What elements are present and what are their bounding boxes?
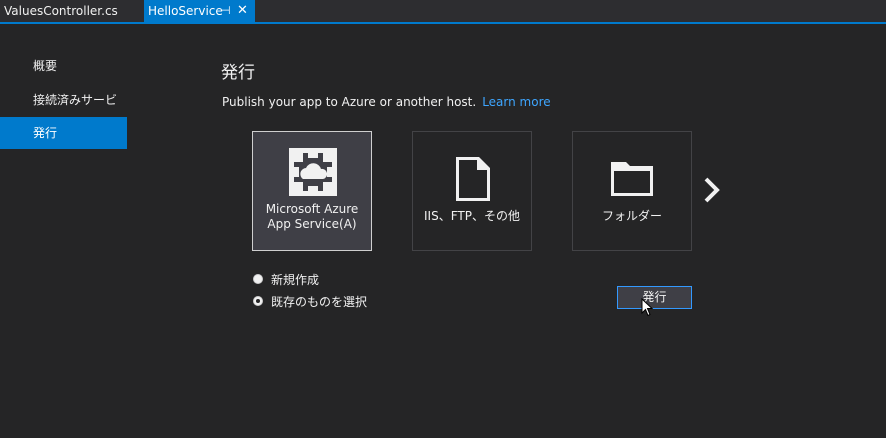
page-title: 発行 [221,63,255,83]
page-subtitle: Publish your app to Azure or another hos… [222,95,551,109]
target-label-line1: Microsoft Azure [265,202,359,216]
learn-more-link[interactable]: Learn more [482,95,550,109]
sidebar-item-publish[interactable]: 発行 [0,117,127,149]
close-icon[interactable]: ✕ [237,0,248,22]
radio-create-new[interactable] [253,274,263,284]
target-card-folder[interactable]: フォルダー [572,131,692,251]
sidebar-item-connected-services[interactable]: 接続済みサービス [0,84,127,139]
tab-bar-accent-line [0,22,886,24]
sidebar-item-overview[interactable]: 概要 [0,50,127,82]
folder-icon [611,162,653,196]
chevron-right-icon[interactable] [700,176,726,206]
target-card-azure-app-service[interactable]: Microsoft Azure App Service(A) [252,131,372,251]
target-label-line2: App Service(A) [267,217,357,231]
target-label: フォルダー [601,209,662,223]
azure-app-service-icon [289,148,337,196]
tab-label: HelloService [148,4,223,18]
tab-values-controller[interactable]: ValuesController.cs [0,0,144,22]
target-card-iis-ftp[interactable]: IIS、FTP、その他 [412,131,532,251]
target-label: IIS、FTP、その他 [424,209,520,223]
radio-label: 既存のものを選択 [271,294,368,309]
pin-icon[interactable]: ⊣ [221,0,231,22]
mouse-cursor-icon [641,298,653,317]
tab-hello-service[interactable]: HelloService ⊣ ✕ [144,0,255,22]
radio-option-select-existing[interactable]: 既存のものを選択 [253,293,367,309]
radio-option-create-new[interactable]: 新規作成 [253,271,319,287]
subtitle-text: Publish your app to Azure or another hos… [222,95,477,109]
publish-button[interactable]: 発行 [617,286,692,309]
radio-select-existing[interactable] [253,296,263,306]
file-icon [456,157,490,201]
radio-label: 新規作成 [271,272,320,287]
